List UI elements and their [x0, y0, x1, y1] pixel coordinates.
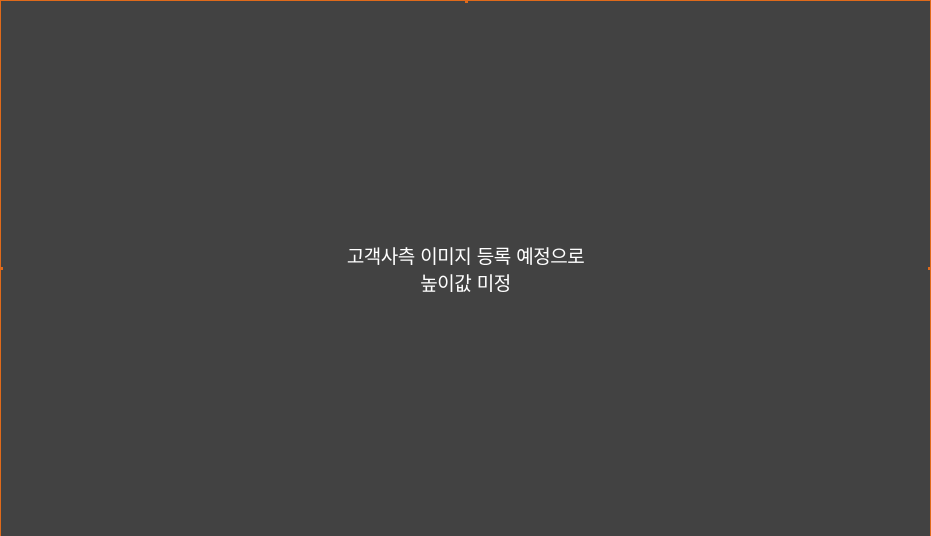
placeholder-message: 고객사측 이미지 등록 예정으로 높이값 미정 — [1, 244, 930, 298]
placeholder-message-line-2: 높이값 미정 — [420, 273, 511, 295]
placeholder-message-line-1: 고객사측 이미지 등록 예정으로 — [346, 246, 585, 268]
resize-handle-top — [465, 0, 468, 3]
image-placeholder: 고객사측 이미지 등록 예정으로 높이값 미정 — [0, 0, 931, 536]
